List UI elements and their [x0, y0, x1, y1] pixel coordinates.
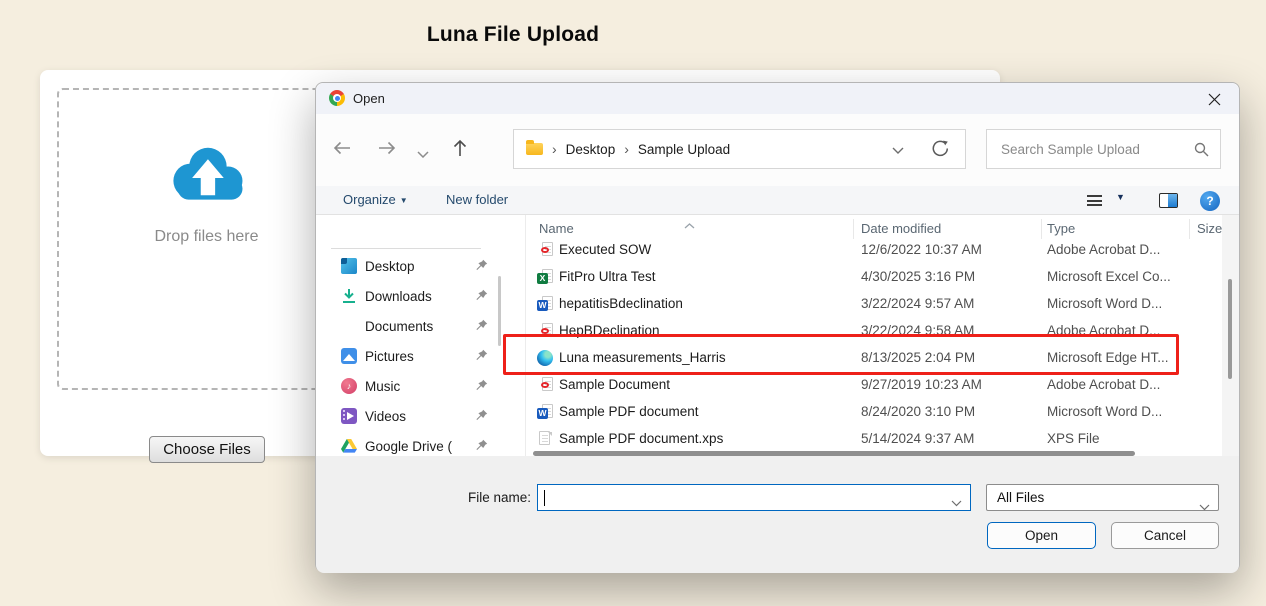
file-row[interactable]: W hepatitisBdeclination 3/22/2024 9:57 A… — [531, 290, 1222, 317]
address-dropdown-chevron-icon[interactable] — [892, 142, 904, 157]
pdf-file-icon — [537, 242, 553, 258]
column-header-name[interactable]: Name — [539, 221, 861, 236]
sidebar-item-music[interactable]: ♪ Music — [341, 371, 511, 401]
file-row[interactable]: Sample PDF document.xps 5/14/2024 9:37 A… — [531, 425, 1222, 452]
downloads-icon — [341, 288, 357, 304]
dialog-footer: File name: All Files Open Cancel — [316, 456, 1239, 573]
pdf-file-icon — [537, 377, 553, 393]
word-file-icon: W — [537, 296, 553, 312]
navigation-row: › Desktop › Sample Upload — [316, 114, 1239, 186]
sidebar-item-desktop[interactable]: Desktop — [341, 251, 511, 281]
refresh-icon[interactable] — [932, 140, 949, 160]
file-list: Name Date modified Type Size Executed SO… — [531, 215, 1239, 456]
pin-icon — [475, 289, 488, 305]
videos-icon — [341, 408, 357, 424]
breadcrumb-chevron-icon: › — [624, 141, 629, 157]
folder-icon — [526, 143, 543, 155]
sidebar-item-videos[interactable]: Videos — [341, 401, 511, 431]
recent-locations-chevron-icon[interactable] — [417, 145, 429, 163]
sidebar-divider — [331, 248, 481, 249]
file-row-selected[interactable]: Luna measurements_Harris 8/13/2025 2:04 … — [531, 344, 1222, 371]
file-type-dropdown-chevron-icon — [1199, 494, 1210, 519]
cloud-upload-icon — [159, 142, 254, 214]
xps-file-icon — [537, 431, 553, 447]
cancel-button[interactable]: Cancel — [1111, 522, 1219, 549]
pin-icon — [475, 409, 488, 425]
column-header-type[interactable]: Type — [1047, 221, 1197, 236]
sort-ascending-icon — [684, 216, 695, 234]
pin-icon — [475, 349, 488, 365]
vertical-scrollbar[interactable] — [1222, 215, 1239, 456]
back-icon[interactable] — [333, 140, 351, 161]
desktop-icon — [341, 258, 357, 274]
breadcrumb-chevron-icon: › — [552, 141, 557, 157]
pdf-file-icon — [537, 323, 553, 339]
view-mode-icon[interactable] — [1087, 195, 1102, 206]
new-folder-button[interactable]: New folder — [446, 186, 508, 214]
column-header-size[interactable]: Size — [1197, 221, 1222, 236]
view-mode-caret-icon[interactable]: ▼ — [1116, 192, 1125, 202]
pin-icon — [475, 439, 488, 455]
breadcrumb-item-sample-upload[interactable]: Sample Upload — [638, 142, 730, 157]
search-input[interactable] — [987, 130, 1220, 168]
google-drive-icon — [341, 438, 357, 454]
organize-caret-icon: ▼ — [400, 196, 408, 205]
choose-files-button[interactable]: Choose Files — [149, 436, 265, 463]
dropzone-label: Drop files here — [99, 228, 314, 246]
pane-divider — [525, 215, 526, 456]
sidebar-item-downloads[interactable]: Downloads — [341, 281, 511, 311]
text-cursor — [544, 490, 545, 506]
open-button[interactable]: Open — [987, 522, 1096, 549]
dialog-toolbar: Organize▼ New folder ▼ ? — [316, 186, 1239, 215]
pin-icon — [475, 259, 488, 275]
file-row[interactable]: X FitPro Ultra Test 4/30/2025 3:16 PM Mi… — [531, 263, 1222, 290]
file-type-select[interactable]: All Files — [986, 484, 1219, 511]
pin-icon — [475, 319, 488, 335]
file-row[interactable]: HepBDeclination 3/22/2024 9:58 AM Adobe … — [531, 317, 1222, 344]
column-header-date-modified[interactable]: Date modified — [861, 221, 1047, 236]
screen: Luna File Upload Drop files here Choose … — [0, 0, 1266, 606]
breadcrumb-item-desktop[interactable]: Desktop — [566, 142, 616, 157]
forward-icon[interactable] — [378, 140, 396, 161]
page-title: Luna File Upload — [313, 23, 713, 47]
dialog-title: Open — [353, 83, 385, 114]
dialog-content: Desktop Downloads Documents Pictures — [316, 215, 1239, 456]
pin-icon — [475, 379, 488, 395]
search-icon — [1194, 142, 1209, 162]
file-name-input[interactable] — [537, 484, 971, 511]
file-row[interactable]: Sample Document 9/27/2019 10:23 AM Adobe… — [531, 371, 1222, 398]
column-headers: Name Date modified Type Size — [531, 215, 1222, 242]
up-icon[interactable] — [452, 139, 468, 162]
file-name-label: File name: — [376, 484, 531, 511]
pictures-icon — [341, 348, 357, 364]
sidebar-scrollbar[interactable] — [498, 276, 501, 346]
preview-pane-icon[interactable] — [1159, 193, 1178, 208]
word-file-icon: W — [537, 404, 553, 420]
music-icon: ♪ — [341, 378, 357, 394]
organize-button[interactable]: Organize▼ — [343, 186, 408, 215]
sidebar-item-documents[interactable]: Documents — [341, 311, 511, 341]
help-icon[interactable]: ? — [1200, 191, 1220, 211]
search-box — [986, 129, 1221, 169]
places-sidebar: Desktop Downloads Documents Pictures — [316, 215, 525, 456]
file-row[interactable]: W Sample PDF document 8/24/2020 3:10 PM … — [531, 398, 1222, 425]
open-file-dialog: Open › Desktop › Sample U — [315, 82, 1240, 572]
edge-file-icon — [537, 350, 553, 366]
excel-file-icon: X — [537, 269, 553, 285]
vertical-scrollbar-thumb[interactable] — [1228, 279, 1232, 379]
sidebar-item-pictures[interactable]: Pictures — [341, 341, 511, 371]
breadcrumb[interactable]: › Desktop › Sample Upload — [513, 129, 966, 169]
dialog-titlebar: Open — [316, 83, 1239, 114]
chrome-icon — [329, 90, 345, 106]
file-name-dropdown-chevron-icon[interactable] — [951, 494, 962, 512]
close-icon[interactable] — [1203, 89, 1225, 109]
